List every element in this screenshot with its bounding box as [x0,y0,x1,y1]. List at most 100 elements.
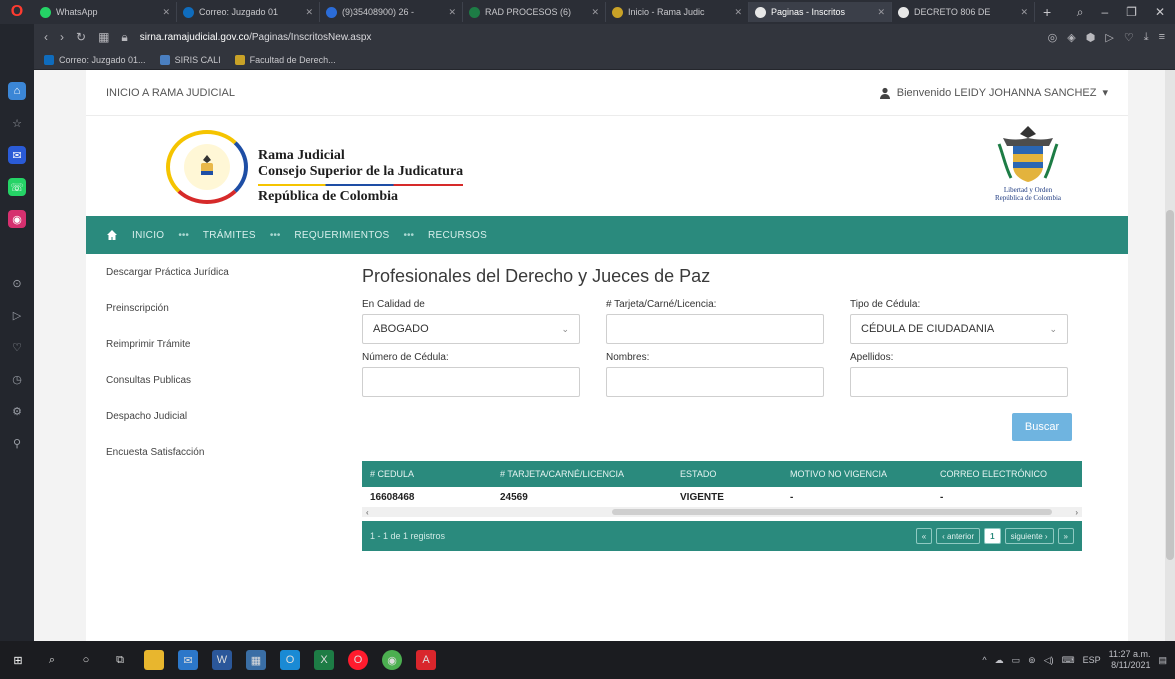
instagram-icon[interactable]: ◉ [8,210,26,228]
excel-icon[interactable]: X [314,650,334,670]
nav-inicio[interactable]: INICIO [132,230,164,241]
acrobat-icon[interactable]: A [416,650,436,670]
search-tabs-icon[interactable]: ⌕ [1077,5,1084,20]
close-icon[interactable]: ✕ [448,7,456,18]
chevron-up-icon[interactable]: ^ [982,655,986,665]
browser-tab[interactable]: DECRETO 806 DE ✕ [892,2,1035,22]
volume-icon[interactable]: ◁) [1044,655,1054,666]
pin-icon[interactable]: ⚲ [8,434,26,452]
keyboard-icon[interactable]: ⌨ [1062,655,1075,666]
network-icon[interactable]: ⊚ [1028,655,1036,666]
browser-tab[interactable]: Inicio - Rama Judic ✕ [606,2,749,22]
calculator-icon[interactable]: ▦ [246,650,266,670]
word-icon[interactable]: W [212,650,232,670]
menu-reimprimir-tramite[interactable]: Reimprimir Trámite [106,326,306,362]
bookmark-item[interactable]: Facultad de Derech... [234,54,336,65]
menu-encuesta-satisfaccion[interactable]: Encuesta Satisfacción [106,434,306,470]
cedula-input[interactable] [362,367,580,397]
col-cedula[interactable]: # CEDULA [370,469,500,479]
browser-tab[interactable]: Correo: Juzgado 01 ✕ [177,2,320,22]
heart-icon[interactable]: ♡ [1124,31,1134,44]
clock[interactable]: 11:27 a.m. 8/11/2021 [1109,649,1151,671]
close-icon[interactable]: ✕ [877,7,885,18]
apellidos-input[interactable] [850,367,1068,397]
back-icon[interactable]: ‹ [44,30,48,44]
menu-descargar-practica[interactable]: Descargar Práctica Jurídica [106,254,306,290]
prev-page-button[interactable]: ‹ anterior [936,528,981,544]
history-icon[interactable]: ◷ [8,370,26,388]
maximize-icon[interactable]: ❐ [1126,5,1137,20]
task-view-icon[interactable]: ⧉ [110,650,130,670]
search-icon[interactable]: ⌕ [42,650,62,670]
col-estado[interactable]: ESTADO [680,469,790,479]
outlook-icon[interactable]: O [280,650,300,670]
browser-tab[interactable]: RAD PROCESOS (6) ✕ [463,2,606,22]
menu-consultas-publicas[interactable]: Consultas Publicas [106,362,306,398]
opera-menu-icon[interactable]: O [0,0,34,24]
cloud-icon[interactable]: ☁ [995,655,1004,666]
scroll-right-icon[interactable]: › [1075,508,1078,517]
scroll-left-icon[interactable]: ‹ [366,508,369,517]
minimize-icon[interactable]: – [1101,5,1108,20]
chrome-icon[interactable]: ◉ [382,650,402,670]
close-icon[interactable]: ✕ [591,7,599,18]
settings-gear-icon[interactable]: ⚙ [8,402,26,420]
download-icon[interactable]: ⤓ [1144,31,1149,44]
home-icon[interactable]: ⌂ [8,82,26,100]
user-menu[interactable]: Bienvenido LEIDY JOHANNA SANCHEZ ▾ [879,86,1108,99]
close-icon[interactable]: ✕ [1020,7,1028,18]
page-scroll-thumb[interactable] [1166,210,1174,560]
language-indicator[interactable]: ESP [1083,655,1101,665]
home-icon[interactable] [106,229,118,241]
inicio-rama-judicial-link[interactable]: INICIO A RAMA JUDICIAL [106,87,235,99]
url-field[interactable]: sirna.ramajudicial.gov.co/Paginas/Inscri… [140,32,1036,43]
calidad-select[interactable]: ABOGADO ⌄ [362,314,580,344]
tarjeta-input[interactable] [606,314,824,344]
tabs-grid-icon[interactable]: ▦ [98,30,109,44]
tipo-cedula-select[interactable]: CÉDULA DE CIUDADANIA ⌄ [850,314,1068,344]
notifications-icon[interactable]: ▤ [1158,655,1167,666]
scroll-thumb[interactable] [612,509,1052,515]
cortana-icon[interactable]: ○ [76,650,96,670]
buscar-button[interactable]: Buscar [1012,413,1072,441]
close-icon[interactable]: ✕ [734,7,742,18]
col-correo[interactable]: CORREO ELECTRÓNICO [940,469,1090,479]
page-vertical-scrollbar[interactable] [1165,70,1175,641]
messenger-icon[interactable]: ✉ [8,146,26,164]
next-page-button[interactable]: siguiente › [1004,528,1054,544]
table-horizontal-scrollbar[interactable]: ‹ › [362,507,1082,517]
windows-start-icon[interactable]: ⊞ [8,650,28,670]
close-icon[interactable]: ✕ [162,7,170,18]
crypto-wallet-icon[interactable]: ◈ [1067,31,1075,44]
browser-tab[interactable]: (9)35408900) 26 - ✕ [320,2,463,22]
reload-icon[interactable]: ↻ [76,30,86,44]
last-page-button[interactable]: » [1057,528,1074,544]
bookmark-item[interactable]: Correo: Juzgado 01... [44,54,146,65]
bookmark-item[interactable]: SIRIS CALI [159,54,221,65]
forward-icon[interactable]: › [60,30,64,44]
nav-recursos[interactable]: RECURSOS [428,230,487,241]
heart-icon[interactable]: ♡ [8,338,26,356]
col-tarjeta[interactable]: # TARJETA/CARNÉ/LICENCIA [500,469,680,479]
nav-requerimientos[interactable]: REQUERIMIENTOS [294,230,389,241]
star-icon[interactable]: ☆ [8,114,26,132]
first-page-button[interactable]: « [915,528,933,544]
menu-preinscripcion[interactable]: Preinscripción [106,290,306,326]
nombres-input[interactable] [606,367,824,397]
battery-icon[interactable]: ▭ [1012,655,1021,666]
snapshot-icon[interactable]: ◎ [1048,31,1058,44]
browser-tab-active[interactable]: Paginas - Inscritos ✕ [749,2,892,22]
vpn-shield-icon[interactable]: ⬢ [1086,31,1096,44]
news-icon[interactable]: ⊙ [8,274,26,292]
new-tab-button[interactable]: + [1035,4,1059,20]
current-page-button[interactable]: 1 [984,528,1001,544]
easy-setup-icon[interactable]: ≡ [1159,31,1165,44]
close-window-icon[interactable]: ✕ [1155,5,1165,20]
player-icon[interactable]: ▷ [8,306,26,324]
player-icon[interactable]: ▷ [1105,31,1113,44]
file-explorer-icon[interactable] [144,650,164,670]
browser-tab[interactable]: WhatsApp ✕ [34,2,177,22]
table-row[interactable]: 16608468 24569 VIGENTE - - [362,487,1082,507]
close-icon[interactable]: ✕ [305,7,313,18]
opera-icon[interactable]: O [348,650,368,670]
